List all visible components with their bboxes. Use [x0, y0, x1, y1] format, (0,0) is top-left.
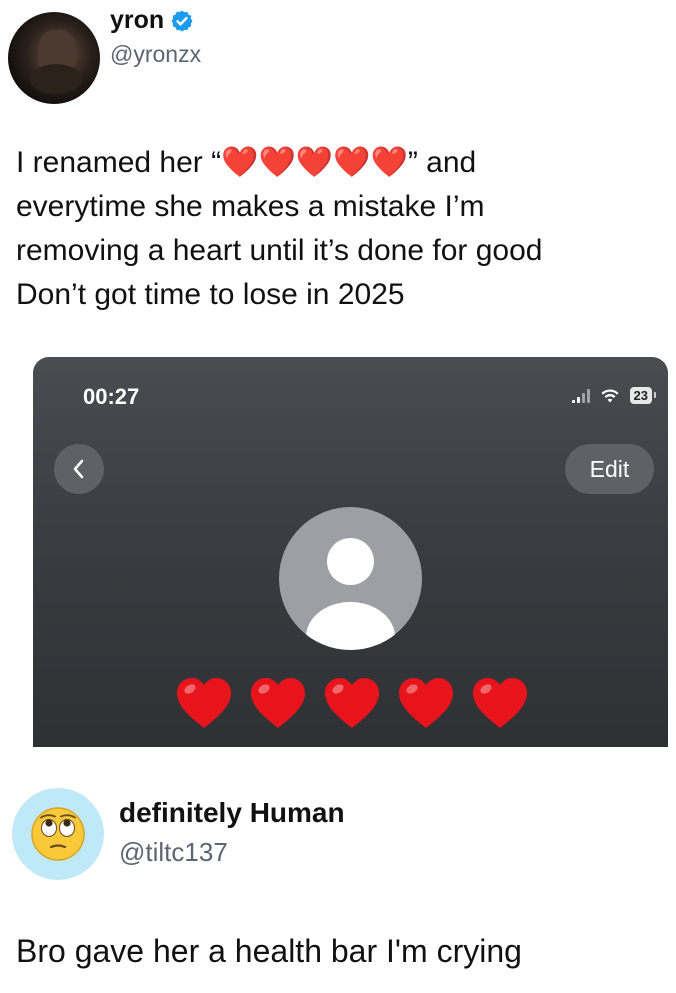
author-name-row[interactable]: yron [110, 6, 201, 35]
tweet-body: I renamed her “❤️❤️❤️❤️❤️” and everytime… [16, 141, 666, 317]
battery-indicator: 23 [629, 387, 657, 404]
edit-button[interactable]: Edit [565, 444, 654, 494]
author-avatar[interactable] [8, 12, 100, 104]
person-body-shape [306, 602, 395, 650]
heart-icon [473, 678, 527, 728]
tweet-line: Don’t got time to lose in 2025 [16, 278, 405, 311]
heart-icon [325, 678, 379, 728]
status-bar-icons: 23 [571, 387, 657, 404]
heart-icon [251, 678, 305, 728]
reply-display-name[interactable]: definitely Human [119, 797, 345, 829]
status-bar-time: 00:27 [83, 384, 140, 409]
reply-handle[interactable]: @tiltc137 [119, 837, 228, 868]
tweet-line: everytime she makes a mistake I’m [16, 190, 485, 223]
avatar-figure-shadow [30, 64, 82, 94]
tweet-line: I renamed her “❤️❤️❤️❤️❤️” and [16, 146, 477, 179]
heart-icon [177, 678, 231, 728]
contact-name-hearts [174, 675, 530, 731]
tweet-line: removing a heart until it’s done for goo… [16, 234, 543, 267]
eye-roll-emoji-icon [31, 807, 85, 861]
back-button[interactable] [54, 444, 104, 494]
reply-body: Bro gave her a health bar I'm crying [16, 933, 522, 969]
author-handle[interactable]: @yronzx [110, 41, 201, 68]
author-display-name[interactable]: yron [110, 6, 164, 35]
signal-icon [571, 388, 590, 403]
tweet-header [8, 12, 100, 104]
verified-badge-icon [171, 10, 193, 31]
reply-avatar[interactable] [12, 788, 104, 880]
attached-screenshot[interactable]: 00:27 23 Edit [33, 357, 668, 747]
person-head-shape [327, 538, 374, 585]
chevron-left-icon [73, 459, 84, 479]
contact-avatar[interactable] [279, 507, 422, 650]
author-info: yron @yronzx [110, 6, 201, 68]
wifi-icon [601, 388, 619, 402]
heart-icon [399, 678, 453, 728]
